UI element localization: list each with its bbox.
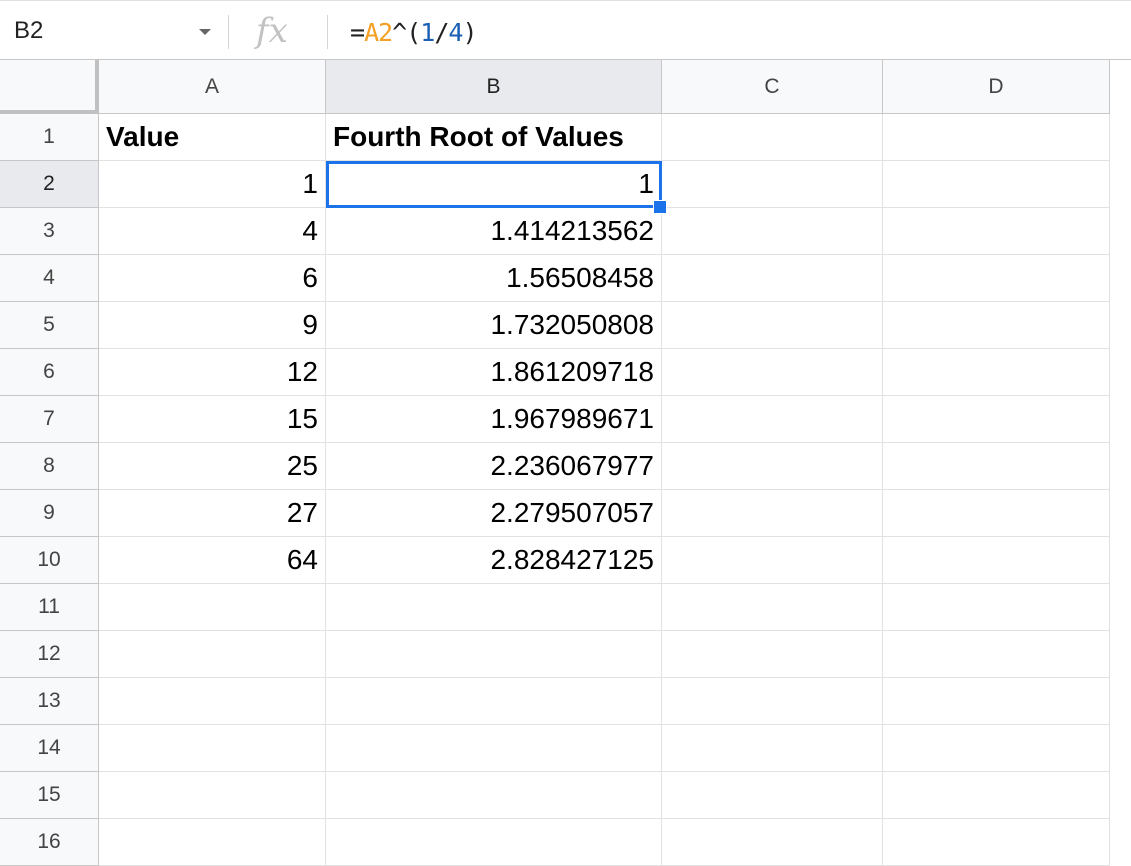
cell-d15[interactable]: [883, 772, 1110, 819]
cell-a13[interactable]: [99, 678, 326, 725]
cell-c3[interactable]: [662, 208, 883, 255]
row-header-13[interactable]: 13: [0, 678, 99, 725]
row-header-14[interactable]: 14: [0, 725, 99, 772]
cell-d1[interactable]: [883, 114, 1110, 161]
cell-a14[interactable]: [99, 725, 326, 772]
cell-d4[interactable]: [883, 255, 1110, 302]
column-header-a[interactable]: A: [99, 60, 326, 114]
cell-c1[interactable]: [662, 114, 883, 161]
cell-c13[interactable]: [662, 678, 883, 725]
column-header-c[interactable]: C: [662, 60, 883, 114]
cell-b12[interactable]: [326, 631, 662, 678]
cell-d11[interactable]: [883, 584, 1110, 631]
cell-b8[interactable]: 2.236067977: [326, 443, 662, 490]
cell-d7[interactable]: [883, 396, 1110, 443]
cell-a15[interactable]: [99, 772, 326, 819]
cell-d6[interactable]: [883, 349, 1110, 396]
cell-c12[interactable]: [662, 631, 883, 678]
formula-token: /: [434, 18, 449, 47]
cell-c2[interactable]: [662, 161, 883, 208]
cell-b5[interactable]: 1.732050808: [326, 302, 662, 349]
cell-a6[interactable]: 12: [99, 349, 326, 396]
cell-d14[interactable]: [883, 725, 1110, 772]
formula-token: ): [462, 18, 477, 47]
cell-b6[interactable]: 1.861209718: [326, 349, 662, 396]
name-box-dropdown-icon[interactable]: [199, 29, 211, 35]
cell-a9[interactable]: 27: [99, 490, 326, 537]
cell-c11[interactable]: [662, 584, 883, 631]
cell-b2[interactable]: 1: [326, 161, 662, 208]
formula-bar: B2 fx =A2^(1/4): [0, 0, 1131, 60]
select-all-corner[interactable]: [0, 60, 99, 114]
cell-b10[interactable]: 2.828427125: [326, 537, 662, 584]
cell-b7[interactable]: 1.967989671: [326, 396, 662, 443]
cell-b11[interactable]: [326, 584, 662, 631]
cell-b15[interactable]: [326, 772, 662, 819]
cell-b1[interactable]: Fourth Root of Values: [326, 114, 662, 161]
cell-c4[interactable]: [662, 255, 883, 302]
row-header-6[interactable]: 6: [0, 349, 99, 396]
cell-a5[interactable]: 9: [99, 302, 326, 349]
divider: [327, 15, 328, 49]
row-header-15[interactable]: 15: [0, 772, 99, 819]
cell-d8[interactable]: [883, 443, 1110, 490]
fx-icon: fx: [256, 11, 288, 51]
column-header-b[interactable]: B: [326, 60, 662, 114]
cell-d5[interactable]: [883, 302, 1110, 349]
row-header-10[interactable]: 10: [0, 537, 99, 584]
cell-c7[interactable]: [662, 396, 883, 443]
formula-token: 4: [448, 18, 463, 47]
name-box[interactable]: B2: [0, 6, 225, 56]
cell-b14[interactable]: [326, 725, 662, 772]
column-header-d[interactable]: D: [883, 60, 1110, 114]
cell-c5[interactable]: [662, 302, 883, 349]
cell-c8[interactable]: [662, 443, 883, 490]
formula-token: ^(: [392, 18, 421, 47]
cell-b3[interactable]: 1.414213562: [326, 208, 662, 255]
cell-d2[interactable]: [883, 161, 1110, 208]
cell-a1[interactable]: Value: [99, 114, 326, 161]
cell-b13[interactable]: [326, 678, 662, 725]
row-header-5[interactable]: 5: [0, 302, 99, 349]
formula-input[interactable]: =A2^(1/4): [350, 15, 478, 51]
cell-c6[interactable]: [662, 349, 883, 396]
cell-a4[interactable]: 6: [99, 255, 326, 302]
row-header-2[interactable]: 2: [0, 161, 99, 208]
cell-a3[interactable]: 4: [99, 208, 326, 255]
cell-b4[interactable]: 1.56508458: [326, 255, 662, 302]
cell-c10[interactable]: [662, 537, 883, 584]
row-header-7[interactable]: 7: [0, 396, 99, 443]
row-header-8[interactable]: 8: [0, 443, 99, 490]
cell-a12[interactable]: [99, 631, 326, 678]
row-header-3[interactable]: 3: [0, 208, 99, 255]
sheet-grid[interactable]: A B C D 1 Value Fourth Root of Values 2 1 1 3 4 1.41…: [0, 60, 1131, 866]
cell-a8[interactable]: 25: [99, 443, 326, 490]
cell-c14[interactable]: [662, 725, 883, 772]
divider: [228, 15, 229, 49]
row-header-11[interactable]: 11: [0, 584, 99, 631]
cell-b9[interactable]: 2.279507057: [326, 490, 662, 537]
fill-handle[interactable]: [653, 200, 667, 214]
cell-a7[interactable]: 15: [99, 396, 326, 443]
cell-d12[interactable]: [883, 631, 1110, 678]
name-box-value[interactable]: B2: [14, 17, 43, 45]
row-header-4[interactable]: 4: [0, 255, 99, 302]
row-header-12[interactable]: 12: [0, 631, 99, 678]
cell-a11[interactable]: [99, 584, 326, 631]
cell-a10[interactable]: 64: [99, 537, 326, 584]
cell-c15[interactable]: [662, 772, 883, 819]
cell-d3[interactable]: [883, 208, 1110, 255]
cell-d10[interactable]: [883, 537, 1110, 584]
cell-d13[interactable]: [883, 678, 1110, 725]
formula-token: A2: [364, 18, 393, 47]
cell-a2[interactable]: 1: [99, 161, 326, 208]
row-header-9[interactable]: 9: [0, 490, 99, 537]
cell-c9[interactable]: [662, 490, 883, 537]
formula-token: =: [350, 18, 365, 47]
formula-token: 1: [420, 18, 435, 47]
row-header-1[interactable]: 1: [0, 114, 99, 161]
cell-d9[interactable]: [883, 490, 1110, 537]
